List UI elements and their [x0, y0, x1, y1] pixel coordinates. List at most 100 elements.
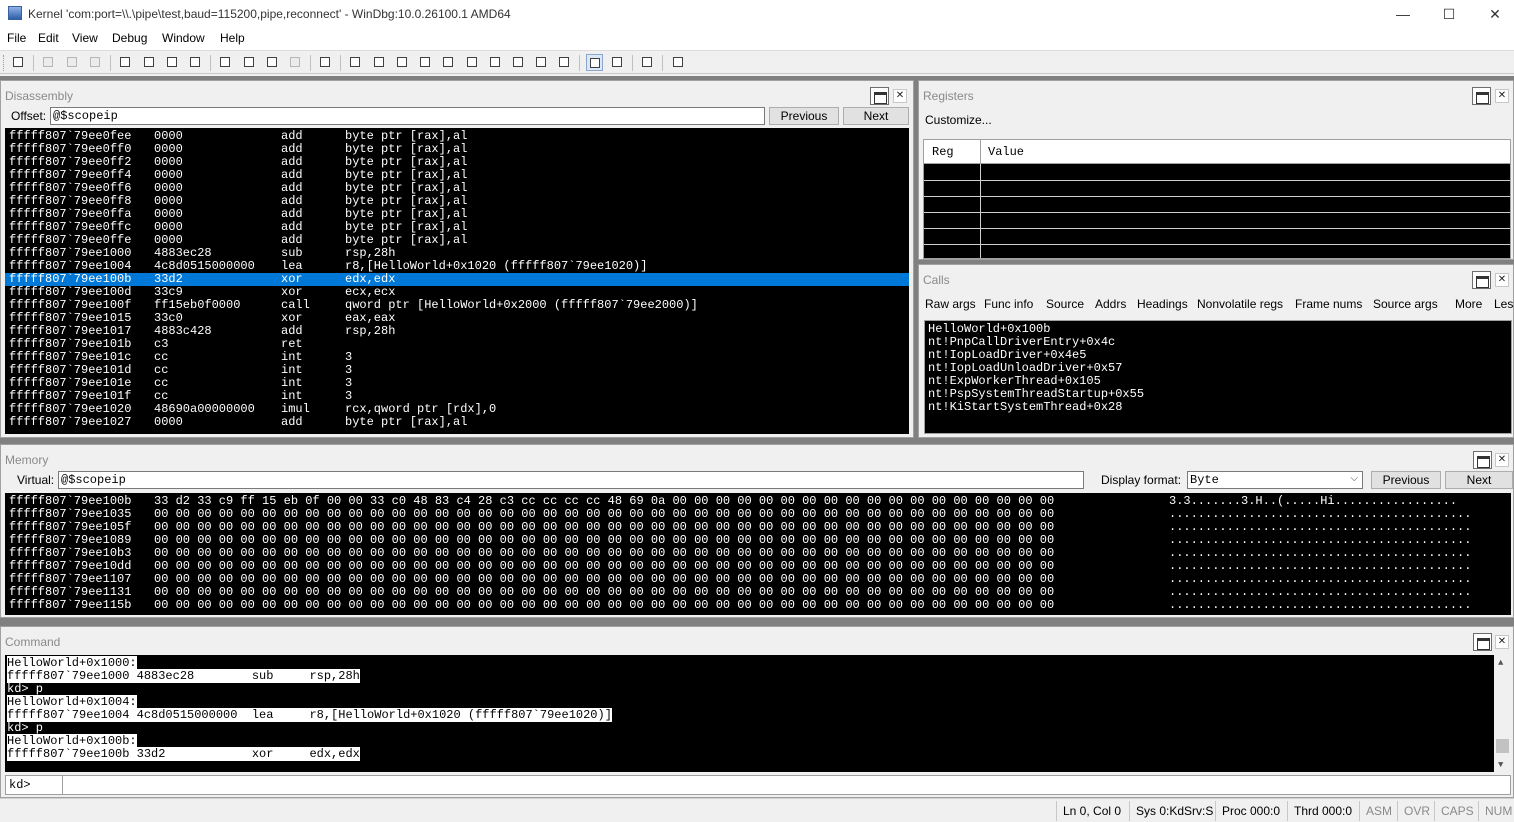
scratch-pad-icon[interactable]: [510, 54, 527, 71]
options-icon[interactable]: [670, 54, 687, 71]
command-output-text: fffff807`79ee1000 4883ec28 sub rsp,28h: [7, 669, 360, 683]
cut-icon[interactable]: [40, 54, 57, 71]
memory-row[interactable]: fffff807`79ee115b 00 00 00 00 00 00 00 00…: [5, 599, 1511, 612]
disassembly-row[interactable]: fffff807`79ee101d cc int 3: [5, 364, 909, 377]
step-out-icon[interactable]: [264, 54, 281, 71]
memory-previous-button[interactable]: Previous: [1371, 471, 1441, 489]
open-icon[interactable]: [10, 54, 27, 71]
virtual-address-input[interactable]: @$scopeip: [58, 471, 1084, 489]
maximize-button[interactable]: ☐: [1426, 0, 1472, 28]
disassembly-listing[interactable]: fffff807`79ee0fee 0000 add byte ptr [rax],a…: [5, 128, 909, 434]
memory-next-button[interactable]: Next: [1445, 471, 1513, 489]
disassembly-row[interactable]: fffff807`79ee100f ff15eb0f0000 call qword p…: [5, 299, 909, 312]
hex-mode-icon[interactable]: [609, 54, 626, 71]
go-icon[interactable]: [117, 54, 134, 71]
registers-grid[interactable]: Reg Value: [923, 139, 1511, 259]
calls-tab-nonvolatile-regs[interactable]: Nonvolatile regs: [1197, 297, 1283, 311]
insert-breakpoint-icon[interactable]: [317, 54, 334, 71]
command-close-icon[interactable]: ✕: [1495, 635, 1509, 649]
disassembly-row[interactable]: fffff807`79ee1017 4883c428 add rsp,28h: [5, 325, 909, 338]
calls-tab-frame-nums[interactable]: Frame nums: [1295, 297, 1362, 311]
minimize-button[interactable]: —: [1380, 0, 1426, 28]
memory-close-icon[interactable]: ✕: [1495, 453, 1509, 467]
step-into-icon[interactable]: [217, 54, 234, 71]
call-stack-frame[interactable]: nt!KiStartSystemThread+0x28: [928, 401, 1122, 414]
memory-ascii: ........................................…: [1169, 598, 1472, 612]
calls-tab-more[interactable]: More: [1455, 297, 1482, 311]
stop-debugging-icon[interactable]: [164, 54, 181, 71]
disassembly-row[interactable]: fffff807`79ee1027 0000 add byte ptr [rax],a…: [5, 416, 909, 429]
calls-tab-source[interactable]: Source: [1046, 297, 1084, 311]
disassembly-window-icon[interactable]: [870, 87, 889, 105]
disassembly-row[interactable]: fffff807`79ee101e cc int 3: [5, 377, 909, 390]
locals-window-icon[interactable]: [394, 54, 411, 71]
disassembly-next-button[interactable]: Next: [843, 107, 909, 125]
customize-link[interactable]: Customize...: [925, 113, 992, 127]
menu-file[interactable]: File: [7, 31, 26, 45]
display-format-select[interactable]: Byte ⌵: [1187, 471, 1363, 489]
disassembly-pane: Disassembly ✕ Offset: @$scopeip Previous…: [0, 80, 914, 438]
calls-tab-less[interactable]: Less: [1494, 297, 1514, 311]
call-stack-window-icon[interactable]: [464, 54, 481, 71]
scroll-down-icon[interactable]: ▼: [1498, 759, 1503, 772]
instruction-operands: qword ptr [HelloWorld+0x2000 (fffff807`7…: [345, 298, 698, 312]
memory-window-icon[interactable]: [440, 54, 457, 71]
command-scrollbar[interactable]: ▲ ▼: [1494, 655, 1511, 772]
registers-close-icon[interactable]: ✕: [1495, 89, 1509, 103]
menu-help[interactable]: Help: [220, 31, 245, 45]
calls-tab-raw-args[interactable]: Raw args: [925, 297, 976, 311]
calls-tab-addrs[interactable]: Addrs: [1095, 297, 1126, 311]
memory-dump[interactable]: fffff807`79ee100b 33 d2 33 c9 ff 15 eb 0f…: [5, 493, 1511, 615]
grid-line: [924, 228, 1510, 229]
disassembly-close-icon[interactable]: ✕: [893, 89, 907, 103]
title-bar: Kernel 'com:port=\\.\pipe\test,baud=1152…: [0, 0, 1514, 28]
instruction-operands: rsp,28h: [345, 324, 396, 338]
menu-edit[interactable]: Edit: [38, 31, 59, 45]
disassembly-row[interactable]: fffff807`79ee1015 33c0 xor eax,eax: [5, 312, 909, 325]
command-window-icon[interactable]: [347, 54, 364, 71]
disassembly-row[interactable]: fffff807`79ee1004 4c8d0515000000 lea r8,[He…: [5, 260, 909, 273]
font-icon[interactable]: [639, 54, 656, 71]
registers-window-icon[interactable]: [417, 54, 434, 71]
registers-window-icon[interactable]: [1472, 87, 1491, 105]
scroll-thumb[interactable]: [1496, 739, 1509, 753]
processes-threads-icon[interactable]: [533, 54, 550, 71]
close-window-button[interactable]: ✕: [1472, 0, 1514, 28]
status-num: NUM: [1485, 804, 1513, 818]
call-stack-list[interactable]: HelloWorld+0x100b nt!PnpCallDriverEntry+0…: [924, 320, 1512, 434]
break-icon[interactable]: [187, 54, 204, 71]
step-over-icon[interactable]: [241, 54, 258, 71]
disassembly-previous-button[interactable]: Previous: [769, 107, 839, 125]
reg-column-header[interactable]: Reg: [932, 146, 954, 159]
paste-icon[interactable]: [87, 54, 104, 71]
disassembly-row[interactable]: fffff807`79ee101b c3 ret: [5, 338, 909, 351]
menu-debug[interactable]: Debug: [112, 31, 147, 45]
value-column-header[interactable]: Value: [988, 146, 1024, 159]
offset-input[interactable]: @$scopeip: [50, 107, 765, 125]
command-output[interactable]: ▲ ▼ HelloWorld+0x1000: fffff807`79ee1000 …: [5, 655, 1511, 772]
instruction-opcode: add: [281, 415, 303, 429]
watch-window-icon[interactable]: [371, 54, 388, 71]
menu-window[interactable]: Window: [162, 31, 205, 45]
calls-close-icon[interactable]: ✕: [1495, 273, 1509, 287]
toolbar-separator: [310, 55, 311, 71]
source-mode-icon[interactable]: [586, 54, 603, 71]
grid-line: [924, 196, 1510, 197]
memory-window-icon[interactable]: [1473, 451, 1492, 469]
disassembly-row[interactable]: fffff807`79ee100b 33d2 xor edx,edx: [5, 273, 909, 286]
copy-icon[interactable]: [64, 54, 81, 71]
run-to-cursor-icon[interactable]: [287, 54, 304, 71]
disassembly-row[interactable]: fffff807`79ee0ffe 0000 add byte ptr [rax],a…: [5, 234, 909, 247]
calls-tab-headings[interactable]: Headings: [1137, 297, 1188, 311]
command-window-icon[interactable]: [1473, 633, 1492, 651]
disassembly-window-icon[interactable]: [487, 54, 504, 71]
restart-icon[interactable]: [141, 54, 158, 71]
command-browser-icon[interactable]: [556, 54, 573, 71]
calls-tab-source-args[interactable]: Source args: [1373, 297, 1438, 311]
menu-view[interactable]: View: [72, 31, 98, 45]
call-stack-window-icon[interactable]: [1472, 271, 1491, 289]
disassembly-row[interactable]: fffff807`79ee101c cc int 3: [5, 351, 909, 364]
scroll-up-icon[interactable]: ▲: [1498, 657, 1503, 670]
calls-tab-func-info[interactable]: Func info: [984, 297, 1033, 311]
toolbar-separator: [110, 55, 111, 71]
